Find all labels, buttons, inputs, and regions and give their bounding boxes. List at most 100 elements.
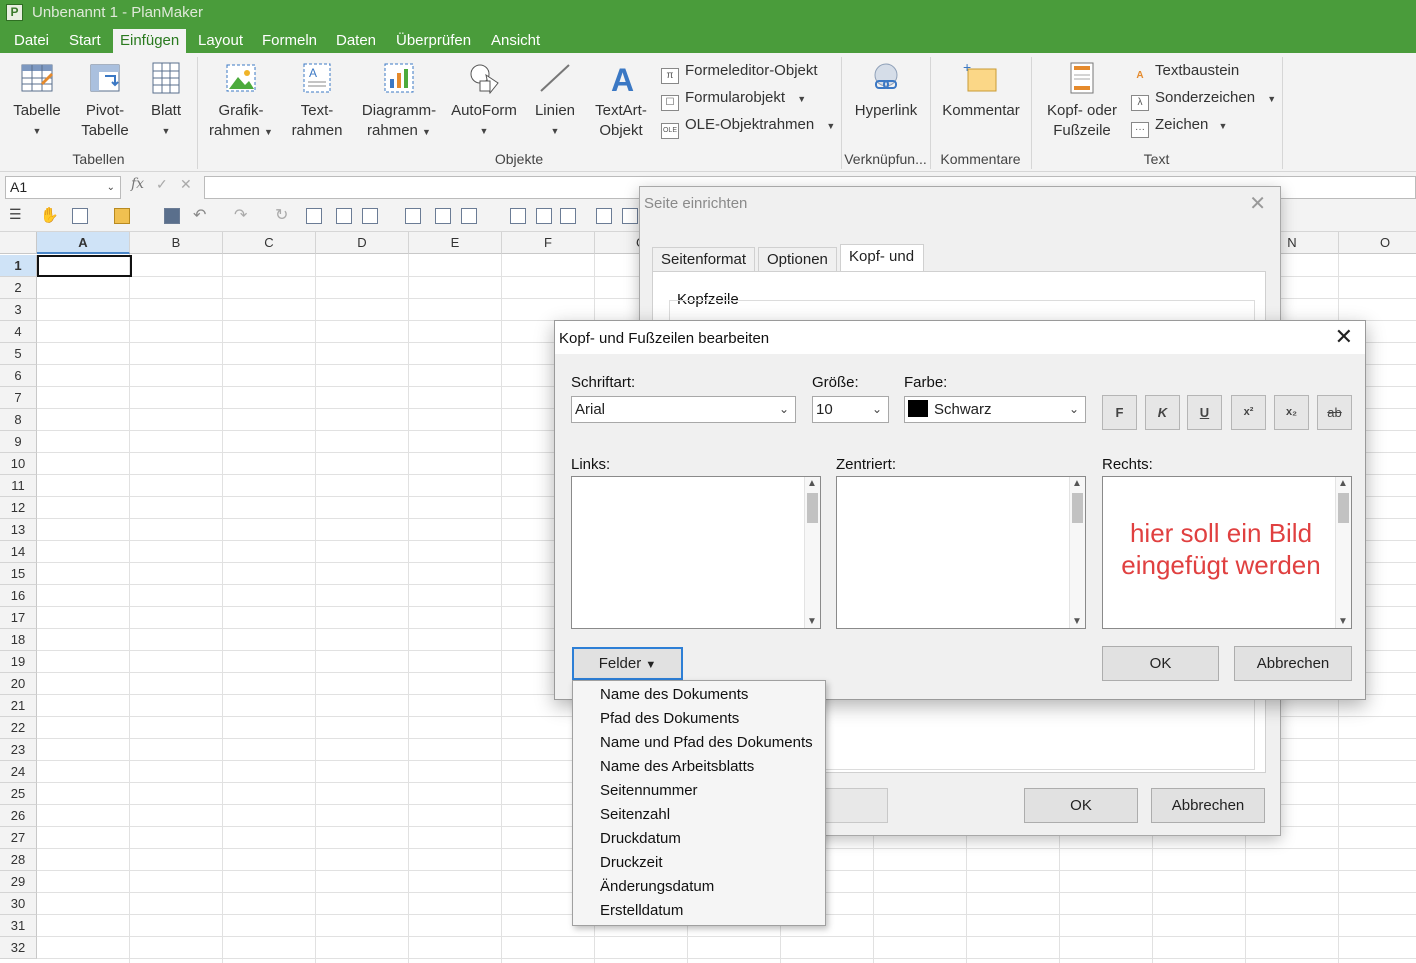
split-view-icon[interactable] <box>596 208 612 224</box>
row-header[interactable]: 23 <box>0 739 37 761</box>
right-section-textarea[interactable]: hier soll ein Bild eingefügt werden ▲ ▼ <box>1102 476 1352 629</box>
ole-object-frame-button[interactable]: OLE OLE-Objektrahmen ▼ <box>661 113 835 139</box>
row-header[interactable]: 7 <box>0 387 37 409</box>
column-header[interactable]: O <box>1339 232 1416 254</box>
row-header[interactable]: 27 <box>0 827 37 849</box>
page-setup-ok-button[interactable]: OK <box>1024 788 1138 823</box>
fields-button[interactable]: Felder ▼ <box>572 647 683 680</box>
row-header[interactable]: 8 <box>0 409 37 431</box>
row-header[interactable]: 5 <box>0 343 37 365</box>
page-setup-icon[interactable] <box>560 208 576 224</box>
menu-daten[interactable]: Daten <box>329 29 383 53</box>
row-header[interactable]: 18 <box>0 629 37 651</box>
column-header[interactable]: C <box>223 232 316 254</box>
autoform-button[interactable]: AutoForm ▼ <box>448 61 520 141</box>
print-icon[interactable] <box>461 208 477 224</box>
menu-item-document-name[interactable]: Name des Dokuments <box>600 683 748 707</box>
scroll-down-icon[interactable]: ▼ <box>1072 616 1082 627</box>
row-header[interactable]: 6 <box>0 365 37 387</box>
menu-ueberpruefen[interactable]: Überprüfen <box>389 29 478 53</box>
row-header[interactable]: 25 <box>0 783 37 805</box>
function-icon[interactable]: fx <box>131 176 144 192</box>
menu-datei[interactable]: Datei <box>7 29 56 53</box>
row-header[interactable]: 30 <box>0 893 37 915</box>
cell-reference-box[interactable]: A1 ⌄ <box>5 176 121 199</box>
comment-button[interactable]: + Kommentar <box>937 59 1025 121</box>
menu-item-modified-date[interactable]: Änderungsdatum <box>600 875 714 899</box>
menu-einfuegen[interactable]: Einfügen <box>113 29 187 53</box>
menu-item-print-date[interactable]: Druckdatum <box>600 827 681 851</box>
row-header[interactable]: 28 <box>0 849 37 871</box>
row-header[interactable]: 4 <box>0 321 37 343</box>
tab-seitenformat[interactable]: Seitenformat <box>652 247 756 271</box>
chart-frame-button[interactable]: Diagramm- rahmen ▼ <box>356 61 442 142</box>
menu-item-page-number[interactable]: Seitennummer <box>600 779 698 803</box>
row-header[interactable]: 12 <box>0 497 37 519</box>
center-section-textarea[interactable]: ▲ ▼ <box>836 476 1086 629</box>
scroll-up-icon[interactable]: ▲ <box>1338 478 1348 489</box>
row-header[interactable]: 1 <box>0 255 37 277</box>
row-header[interactable]: 3 <box>0 299 37 321</box>
scroll-thumb[interactable] <box>1338 493 1349 523</box>
row-header[interactable]: 21 <box>0 695 37 717</box>
scroll-up-icon[interactable]: ▲ <box>807 478 817 489</box>
row-header[interactable]: 31 <box>0 915 37 937</box>
column-header[interactable]: D <box>316 232 409 254</box>
picture-frame-button[interactable]: Grafik- rahmen ▼ <box>205 61 277 142</box>
menu-formeln[interactable]: Formeln <box>255 29 324 53</box>
row-header[interactable]: 26 <box>0 805 37 827</box>
scrollbar[interactable]: ▲ ▼ <box>1335 477 1351 628</box>
row-header[interactable]: 32 <box>0 937 37 959</box>
row-header[interactable]: 15 <box>0 563 37 585</box>
row-header[interactable]: 14 <box>0 541 37 563</box>
scroll-thumb[interactable] <box>1072 493 1083 523</box>
page-setup-cancel-button[interactable]: Abbrechen <box>1151 788 1265 823</box>
cancel-icon[interactable]: ✕ <box>180 176 192 193</box>
formula-insert-icon[interactable] <box>405 208 421 224</box>
formula-editor-object-button[interactable]: π Formeleditor-Objekt <box>661 59 818 84</box>
menu-start[interactable]: Start <box>62 29 108 53</box>
character-button[interactable]: ··· Zeichen ▼ <box>1131 113 1227 138</box>
hamburger-menu-icon[interactable]: ☰ <box>9 206 25 222</box>
left-section-textarea[interactable]: ▲ ▼ <box>571 476 821 629</box>
spellcheck-icon[interactable] <box>306 208 322 224</box>
column-header[interactable]: A <box>37 232 130 254</box>
close-icon[interactable]: ✕ <box>1249 191 1266 216</box>
column-header[interactable]: F <box>502 232 595 254</box>
menu-layout[interactable]: Layout <box>191 29 250 53</box>
menu-item-created-date[interactable]: Erstelldatum <box>600 899 683 923</box>
row-header[interactable]: 20 <box>0 673 37 695</box>
text-module-button[interactable]: A Textbaustein <box>1131 59 1239 83</box>
hyperlink-button[interactable]: Hyperlink <box>848 61 924 121</box>
column-header[interactable]: E <box>409 232 502 254</box>
menu-item-document-name-path[interactable]: Name und Pfad des Dokuments <box>600 731 813 755</box>
color-select[interactable]: Schwarz ⌄ <box>904 396 1086 423</box>
subscript-button[interactable]: x₂ <box>1274 395 1309 430</box>
scroll-thumb[interactable] <box>807 493 818 523</box>
scroll-down-icon[interactable]: ▼ <box>807 616 817 627</box>
redo-icon[interactable]: ↷ <box>234 205 250 224</box>
grid-view-icon[interactable] <box>622 208 638 224</box>
underline-button[interactable]: U <box>1187 395 1222 430</box>
hf-ok-button[interactable]: OK <box>1102 646 1219 681</box>
scrollbar[interactable]: ▲ ▼ <box>1069 477 1085 628</box>
table-insert-icon[interactable] <box>362 208 378 224</box>
special-character-button[interactable]: λ Sonderzeichen ▼ <box>1131 86 1276 111</box>
column-header[interactable]: B <box>130 232 223 254</box>
layout-columns-icon[interactable] <box>510 208 526 224</box>
save-icon[interactable] <box>164 208 180 224</box>
menu-item-page-count[interactable]: Seitenzahl <box>600 803 670 827</box>
row-header[interactable]: 13 <box>0 519 37 541</box>
text-frame-button[interactable]: A Text- rahmen <box>284 61 350 141</box>
row-header[interactable]: 29 <box>0 871 37 893</box>
font-select[interactable]: Arial ⌄ <box>571 396 796 423</box>
row-header[interactable]: 22 <box>0 717 37 739</box>
scroll-up-icon[interactable]: ▲ <box>1072 478 1082 489</box>
row-header[interactable]: 10 <box>0 453 37 475</box>
print-preview-icon[interactable] <box>435 208 451 224</box>
select-all-corner[interactable] <box>0 232 37 254</box>
scroll-down-icon[interactable]: ▼ <box>1338 616 1348 627</box>
menu-item-print-time[interactable]: Druckzeit <box>600 851 663 875</box>
new-document-icon[interactable] <box>72 208 88 224</box>
bold-button[interactable]: F <box>1102 395 1137 430</box>
